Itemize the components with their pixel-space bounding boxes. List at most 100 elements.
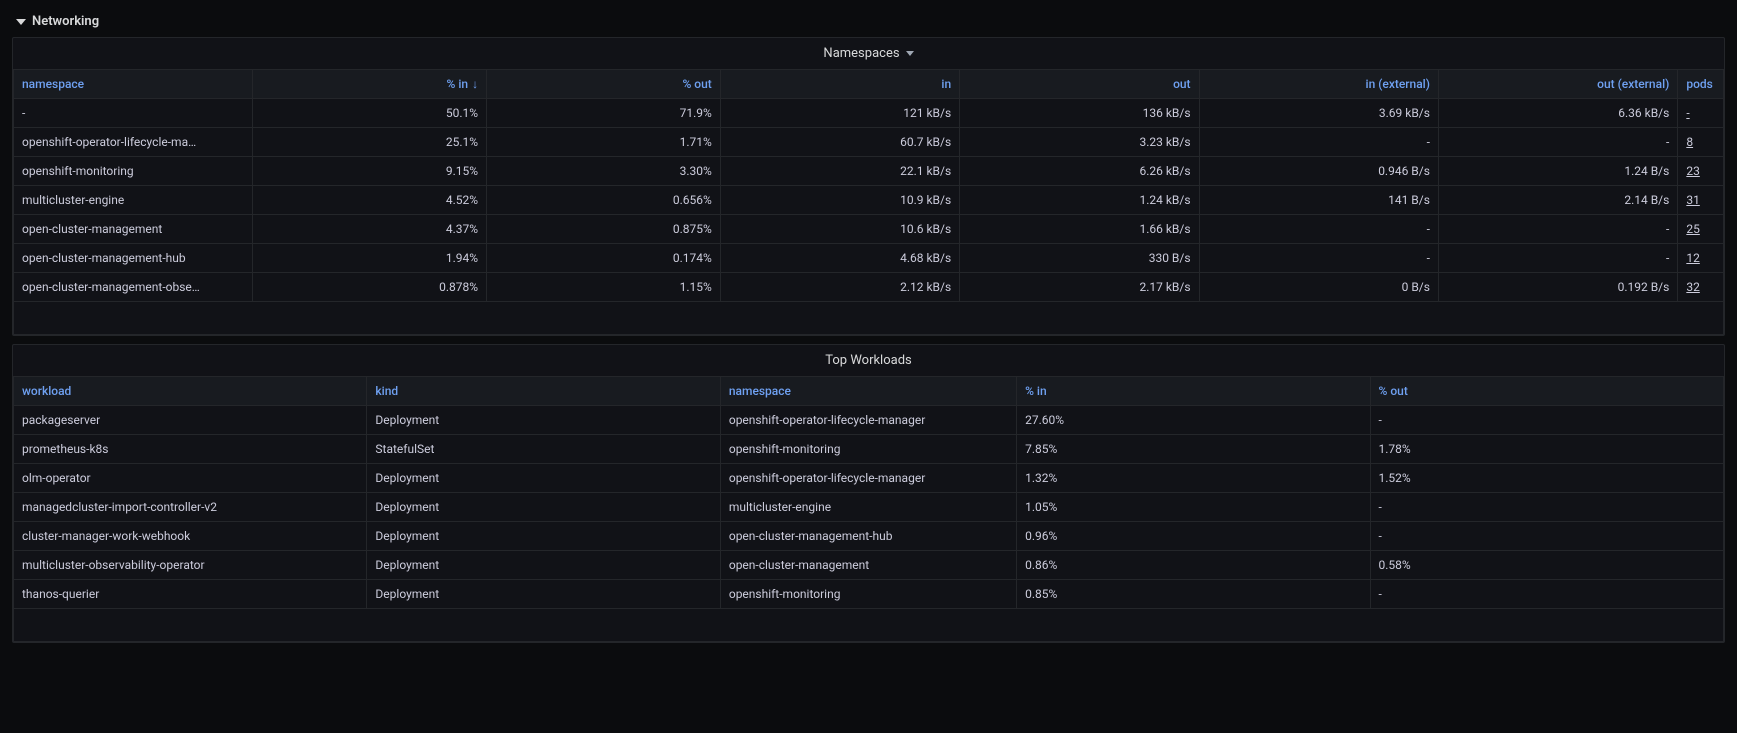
- cell-in-ext: -: [1199, 215, 1438, 244]
- col-pct-in[interactable]: % in↓: [253, 70, 487, 99]
- cell-out: 136 kB/s: [960, 99, 1199, 128]
- cell-pct-out: 0.656%: [487, 186, 721, 215]
- table-row: managedcluster-import-controller-v2Deplo…: [14, 493, 1724, 522]
- cell-kind: Deployment: [367, 551, 720, 580]
- cell-pods[interactable]: 12: [1678, 244, 1724, 273]
- cell-pods[interactable]: 8: [1678, 128, 1724, 157]
- cell-in-ext: -: [1199, 128, 1438, 157]
- table-row: multicluster-engine4.52%0.656%10.9 kB/s1…: [14, 186, 1724, 215]
- cell-pct-out: 0.875%: [487, 215, 721, 244]
- col-namespace[interactable]: namespace: [720, 377, 1016, 406]
- col-workload[interactable]: workload: [14, 377, 367, 406]
- table-row: olm-operatorDeploymentopenshift-operator…: [14, 464, 1724, 493]
- cell-pct-in: 1.94%: [253, 244, 487, 273]
- cell-namespace: -: [14, 99, 253, 128]
- cell-pct-in: 0.85%: [1017, 580, 1370, 609]
- col-pct-out[interactable]: % out: [487, 70, 721, 99]
- cell-kind: Deployment: [367, 493, 720, 522]
- table-row: cluster-manager-work-webhookDeploymentop…: [14, 522, 1724, 551]
- cell-in: 10.9 kB/s: [720, 186, 959, 215]
- cell-in: 10.6 kB/s: [720, 215, 959, 244]
- section-header-networking[interactable]: Networking: [16, 14, 1725, 29]
- cell-pct-in: 50.1%: [253, 99, 487, 128]
- cell-out-ext: 2.14 B/s: [1438, 186, 1677, 215]
- cell-out-ext: 1.24 B/s: [1438, 157, 1677, 186]
- col-pods[interactable]: pods: [1678, 70, 1724, 99]
- cell-pct-in: 0.96%: [1017, 522, 1370, 551]
- table-row: multicluster-observability-operatorDeplo…: [14, 551, 1724, 580]
- cell-in-ext: 0.946 B/s: [1199, 157, 1438, 186]
- cell-workload: packageserver: [14, 406, 367, 435]
- cell-out: 3.23 kB/s: [960, 128, 1199, 157]
- cell-pods[interactable]: 25: [1678, 215, 1724, 244]
- cell-pct-out: -: [1370, 522, 1723, 551]
- table-row: openshift-monitoring9.15%3.30%22.1 kB/s6…: [14, 157, 1724, 186]
- cell-in: 22.1 kB/s: [720, 157, 959, 186]
- cell-pct-out: -: [1370, 406, 1723, 435]
- cell-pct-in: 7.85%: [1017, 435, 1370, 464]
- cell-namespace: open-cluster-management-hub: [14, 244, 253, 273]
- cell-out: 330 B/s: [960, 244, 1199, 273]
- cell-in-ext: 3.69 kB/s: [1199, 99, 1438, 128]
- cell-namespace: openshift-monitoring: [14, 157, 253, 186]
- cell-kind: Deployment: [367, 406, 720, 435]
- cell-out-ext: 0.192 B/s: [1438, 273, 1677, 302]
- cell-pods[interactable]: -: [1678, 99, 1724, 128]
- col-pct-in[interactable]: % in: [1017, 377, 1370, 406]
- cell-pct-out: -: [1370, 580, 1723, 609]
- cell-pct-out: 0.174%: [487, 244, 721, 273]
- cell-kind: Deployment: [367, 522, 720, 551]
- table-workloads: workload kind namespace % in % out packa…: [13, 376, 1724, 642]
- cell-namespace: multicluster-engine: [720, 493, 1016, 522]
- table-row: packageserverDeploymentopenshift-operato…: [14, 406, 1724, 435]
- cell-pct-out: 71.9%: [487, 99, 721, 128]
- col-in[interactable]: in: [720, 70, 959, 99]
- cell-namespace: open-cluster-management: [14, 215, 253, 244]
- panel-top-workloads: Top Workloads workload kind namespace % …: [12, 344, 1725, 643]
- col-pct-in-label: % in: [447, 77, 469, 91]
- cell-pct-out: 1.52%: [1370, 464, 1723, 493]
- cell-namespace: open-cluster-management-hub: [720, 522, 1016, 551]
- cell-pct-in: 9.15%: [253, 157, 487, 186]
- cell-pods[interactable]: 23: [1678, 157, 1724, 186]
- col-out-ext[interactable]: out (external): [1438, 70, 1677, 99]
- table-footer-empty: [14, 609, 1724, 642]
- table-row: prometheus-k8sStatefulSetopenshift-monit…: [14, 435, 1724, 464]
- cell-out: 1.66 kB/s: [960, 215, 1199, 244]
- cell-workload: olm-operator: [14, 464, 367, 493]
- cell-in: 2.12 kB/s: [720, 273, 959, 302]
- cell-workload: cluster-manager-work-webhook: [14, 522, 367, 551]
- table-namespaces: namespace % in↓ % out in out in (externa…: [13, 69, 1724, 335]
- panel-title-text: Namespaces: [823, 46, 899, 61]
- table-row: thanos-querierDeploymentopenshift-monito…: [14, 580, 1724, 609]
- panel-title-dropdown[interactable]: Namespaces: [823, 46, 913, 61]
- cell-pct-in: 4.37%: [253, 215, 487, 244]
- col-pct-out[interactable]: % out: [1370, 377, 1723, 406]
- cell-pods[interactable]: 32: [1678, 273, 1724, 302]
- cell-pods[interactable]: 31: [1678, 186, 1724, 215]
- panel-namespaces: Namespaces namespace % in↓ % out in out …: [12, 37, 1725, 336]
- panel-title-text: Top Workloads: [825, 353, 912, 368]
- col-namespace[interactable]: namespace: [14, 70, 253, 99]
- cell-namespace: multicluster-engine: [14, 186, 253, 215]
- cell-in-ext: -: [1199, 244, 1438, 273]
- section-title: Networking: [32, 14, 99, 29]
- sort-desc-icon: ↓: [472, 77, 478, 91]
- cell-out: 1.24 kB/s: [960, 186, 1199, 215]
- cell-pct-in: 27.60%: [1017, 406, 1370, 435]
- cell-workload: managedcluster-import-controller-v2: [14, 493, 367, 522]
- cell-pct-in: 1.32%: [1017, 464, 1370, 493]
- cell-pct-in: 0.878%: [253, 273, 487, 302]
- table-footer-empty: [14, 302, 1724, 335]
- cell-namespace: open-cluster-management-obse…: [14, 273, 253, 302]
- cell-kind: Deployment: [367, 464, 720, 493]
- col-kind[interactable]: kind: [367, 377, 720, 406]
- cell-in: 4.68 kB/s: [720, 244, 959, 273]
- col-in-ext[interactable]: in (external): [1199, 70, 1438, 99]
- cell-pct-out: 1.15%: [487, 273, 721, 302]
- cell-namespace: openshift-monitoring: [720, 580, 1016, 609]
- cell-out: 6.26 kB/s: [960, 157, 1199, 186]
- cell-pct-out: -: [1370, 493, 1723, 522]
- table-row: open-cluster-management-obse…0.878%1.15%…: [14, 273, 1724, 302]
- col-out[interactable]: out: [960, 70, 1199, 99]
